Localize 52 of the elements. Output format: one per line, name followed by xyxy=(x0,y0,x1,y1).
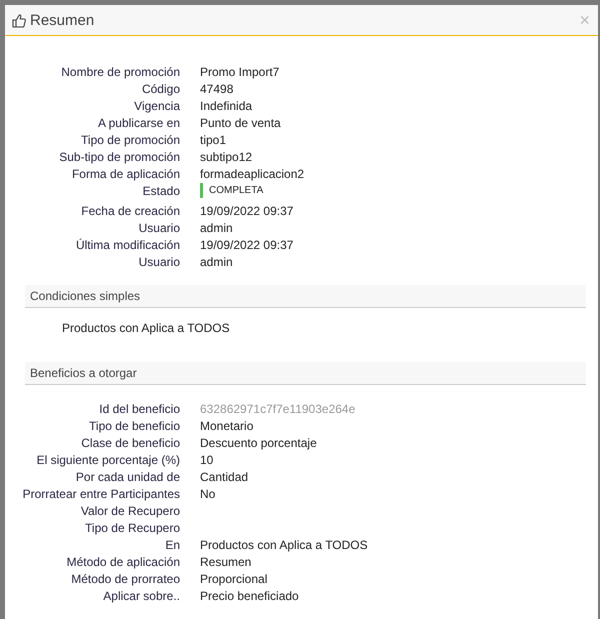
field-value: No xyxy=(200,487,216,501)
section-header: Beneficios a otorgar xyxy=(25,362,586,385)
field-value: 19/09/2022 09:37 xyxy=(200,204,294,218)
field-label: Nombre de promoción xyxy=(60,64,180,81)
field-label: Vigencia xyxy=(133,98,180,115)
field-label: Última modificación xyxy=(74,237,180,254)
field-label: Clase de beneficio xyxy=(80,435,180,452)
field-value: Productos con Aplica a TODOS xyxy=(200,538,368,552)
field-value: Cantidad xyxy=(200,470,248,484)
field-label: Tipo de beneficio xyxy=(88,418,180,435)
field-value: Promo Import7 xyxy=(200,65,280,79)
field-value: subtipo12 xyxy=(200,150,252,164)
field-label: Forma de aplicación xyxy=(70,166,180,183)
field-label: Valor de Recupero xyxy=(80,503,180,520)
field-label: Tipo de promoción xyxy=(80,132,180,149)
condition-text: Productos con Aplica a TODOS xyxy=(62,321,230,335)
field-label: Tipo de Recupero xyxy=(84,520,180,537)
field-value: tipo1 xyxy=(200,133,226,147)
field-label: Usuario xyxy=(138,254,180,271)
field-value: Proporcional xyxy=(200,572,268,586)
field-label: Método de aplicación xyxy=(66,554,180,571)
field-label: Fecha de creación xyxy=(80,203,180,220)
close-button[interactable]: × xyxy=(579,10,590,30)
section-header: Condiciones simples xyxy=(25,285,586,308)
field-label: En xyxy=(164,537,180,554)
field-value: Resumen xyxy=(200,555,252,569)
field-label: Aplicar sobre.. xyxy=(102,588,180,605)
field-label: El siguiente porcentaje (%) xyxy=(36,452,180,469)
field-label: Estado xyxy=(142,183,180,200)
field-label: Id del beneficio xyxy=(98,401,180,418)
field-value: Indefinida xyxy=(200,99,252,113)
field-label: A publicarse en xyxy=(96,115,180,132)
field-value: Punto de venta xyxy=(200,116,281,130)
field-label: Sub-tipo de promoción xyxy=(58,149,180,166)
field-value: admin xyxy=(200,255,233,269)
field-label: Prorratear entre Participantes xyxy=(22,486,180,503)
field-value: 632862971c7f7e11903e264e xyxy=(200,402,356,416)
field-value: 10 xyxy=(200,453,214,467)
field-value: admin xyxy=(200,221,233,235)
thumbs-up-icon xyxy=(12,12,26,28)
dialog-title: Resumen xyxy=(30,12,96,28)
field-value: Precio beneficiado xyxy=(200,589,299,603)
field-value: 19/09/2022 09:37 xyxy=(200,238,294,252)
field-label: Por cada unidad de xyxy=(74,469,180,486)
field-value: Monetario xyxy=(200,419,254,433)
field-label: Método de prorrateo xyxy=(70,571,180,588)
status-label: COMPLETA xyxy=(209,184,264,198)
field-value: formadeaplicacion2 xyxy=(200,167,304,181)
field-value: Descuento porcentaje xyxy=(200,436,317,450)
field-label: Código xyxy=(140,81,180,98)
field-value: 47498 xyxy=(200,82,234,96)
field-label: Usuario xyxy=(138,220,180,237)
